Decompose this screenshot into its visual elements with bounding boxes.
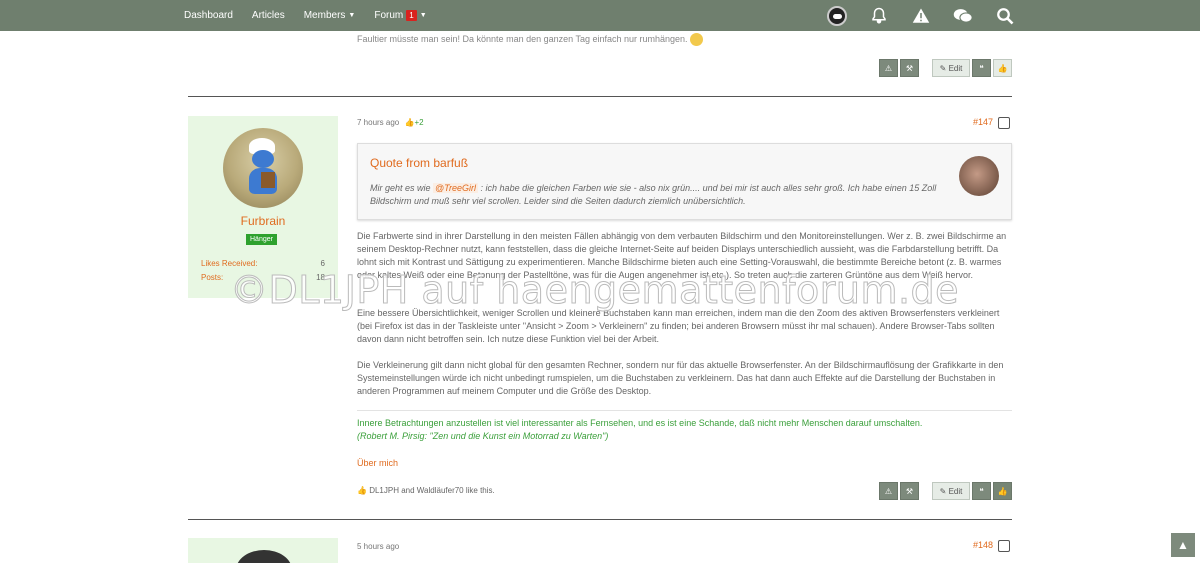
about-me-link[interactable]: Über mich (357, 458, 398, 468)
quote-text-start: Mir geht es wie (370, 183, 431, 193)
user-mention[interactable]: @TreeGirl (433, 183, 479, 193)
bell-icon[interactable] (869, 6, 889, 26)
likes-received-stat: Likes Received: 6 (201, 259, 325, 268)
like-button[interactable]: 👍 (993, 482, 1012, 500)
report-button[interactable]: ⚠ (879, 482, 898, 500)
like-button[interactable]: 👍 (993, 59, 1012, 77)
avatar-image-part (261, 172, 275, 188)
quote-icon: ❝ (979, 486, 984, 496)
chevron-down-icon: ▼ (348, 12, 356, 19)
moderate-button[interactable]: ⚒ (900, 59, 919, 77)
post-select-checkbox[interactable] (998, 540, 1010, 552)
post-divider (188, 519, 1012, 520)
username-link[interactable]: Furbrain (188, 214, 338, 228)
scroll-to-top-button[interactable]: ▲ (1171, 533, 1195, 557)
prev-post-action-buttons: ✎ Edit ❝ 👍 (932, 59, 1012, 77)
rank-badge: Hänger (246, 234, 277, 245)
hammer-icon: ⚒ (905, 486, 914, 496)
quote-author-avatar[interactable] (959, 156, 999, 196)
post-number[interactable]: #148 (973, 540, 993, 550)
thumbs-up-icon: 👍 (997, 63, 1008, 73)
arrow-up-icon: ▲ (1177, 538, 1189, 552)
thumbs-up-icon: 👍 (404, 118, 415, 127)
nav-forum-label: Forum (374, 10, 404, 21)
user-avatar[interactable] (236, 550, 292, 563)
user-avatar-menu[interactable] (827, 5, 847, 26)
likes-received-label[interactable]: Likes Received: (201, 259, 257, 268)
signature-line-1: Innere Betrachtungen anzustellen ist vie… (357, 418, 923, 428)
likes-received-value: 6 (320, 259, 325, 268)
quote-title[interactable]: Quote from barfuß (370, 156, 468, 170)
watermark-text: ©DL1JPH auf haengemattenforum.de (229, 268, 960, 313)
forum-badge: 1 (406, 10, 417, 21)
warning-icon[interactable] (911, 6, 931, 26)
top-navbar: Dashboard Articles Members ▼ Forum 1 ▼ (0, 0, 1200, 31)
quote-icon: ❝ (979, 63, 984, 73)
nav-forum[interactable]: Forum 1 ▼ (374, 10, 427, 21)
post-time[interactable]: 5 hours ago (357, 542, 399, 551)
quote-block: Quote from barfuß Mir geht es wie @TreeG… (357, 143, 1012, 220)
signature-line-2: (Robert M. Pirsig: "Zen und die Kunst ei… (357, 431, 609, 441)
avatar (827, 5, 847, 26)
post-action-buttons: ✎ Edit ❝ 👍 (932, 482, 1012, 500)
user-nav (827, 0, 1015, 31)
nav-dashboard[interactable]: Dashboard (184, 10, 233, 21)
post-mod-buttons: ⚠ ⚒ (879, 482, 919, 500)
pencil-icon: ✎ (939, 63, 949, 73)
post-paragraph-2: Eine bessere Übersichtlichkeit, weniger … (357, 308, 1000, 344)
user-avatar[interactable] (223, 128, 303, 208)
edit-label: Edit (948, 63, 963, 73)
hammer-icon: ⚒ (905, 63, 914, 73)
prev-post-text: Faultier müsste man sein! Da könnte man … (357, 33, 704, 47)
main-nav: Dashboard Articles Members ▼ Forum 1 ▼ (184, 0, 446, 31)
edit-button[interactable]: ✎ Edit (932, 59, 970, 77)
liked-by-line: 👍 DL1JPH and Waldläufer70 like this. (357, 486, 495, 495)
post-select-checkbox[interactable] (998, 117, 1010, 129)
nav-dashboard-label: Dashboard (184, 10, 233, 21)
moderate-button[interactable]: ⚒ (900, 482, 919, 500)
user-card (188, 538, 338, 563)
pencil-icon: ✎ (939, 486, 949, 496)
post-meta: 7 hours ago 👍+2 (357, 118, 424, 127)
quote-text: Mir geht es wie @TreeGirl : ich habe die… (370, 182, 960, 208)
edit-button[interactable]: ✎ Edit (932, 482, 970, 500)
avatar-image-part (252, 150, 274, 168)
smile-emoji-icon (690, 33, 704, 47)
warning-icon: ⚠ (884, 486, 893, 496)
post-divider (188, 96, 1012, 97)
quote-button[interactable]: ❝ (972, 482, 991, 500)
thumbs-up-icon: 👍 (357, 486, 367, 495)
liked-by-text[interactable]: DL1JPH and Waldläufer70 like this. (369, 486, 495, 495)
post-number[interactable]: #147 (973, 117, 993, 127)
chat-icon[interactable] (953, 6, 973, 26)
nav-articles-label: Articles (251, 10, 285, 21)
signature-divider (357, 410, 1012, 411)
like-count[interactable]: +2 (414, 118, 423, 127)
search-icon[interactable] (995, 6, 1015, 26)
report-button[interactable]: ⚠ (879, 59, 898, 77)
nav-articles[interactable]: Articles (252, 10, 285, 21)
prev-post-text-content: Faultier müsste man sein! Da könnte man … (357, 34, 688, 44)
nav-members-label: Members (303, 10, 346, 21)
chevron-down-icon: ▼ (419, 12, 427, 19)
post-paragraph-3: Die Verkleinerung gilt dann nicht global… (357, 360, 1004, 396)
thumbs-up-icon: 👍 (997, 486, 1008, 496)
posts-label[interactable]: Posts: (201, 273, 223, 282)
edit-label: Edit (948, 486, 963, 496)
quote-button[interactable]: ❝ (972, 59, 991, 77)
prev-post-mod-buttons: ⚠ ⚒ (879, 59, 919, 77)
post-time[interactable]: 7 hours ago (357, 118, 399, 127)
nav-members[interactable]: Members ▼ (304, 10, 356, 21)
warning-icon: ⚠ (884, 63, 893, 73)
